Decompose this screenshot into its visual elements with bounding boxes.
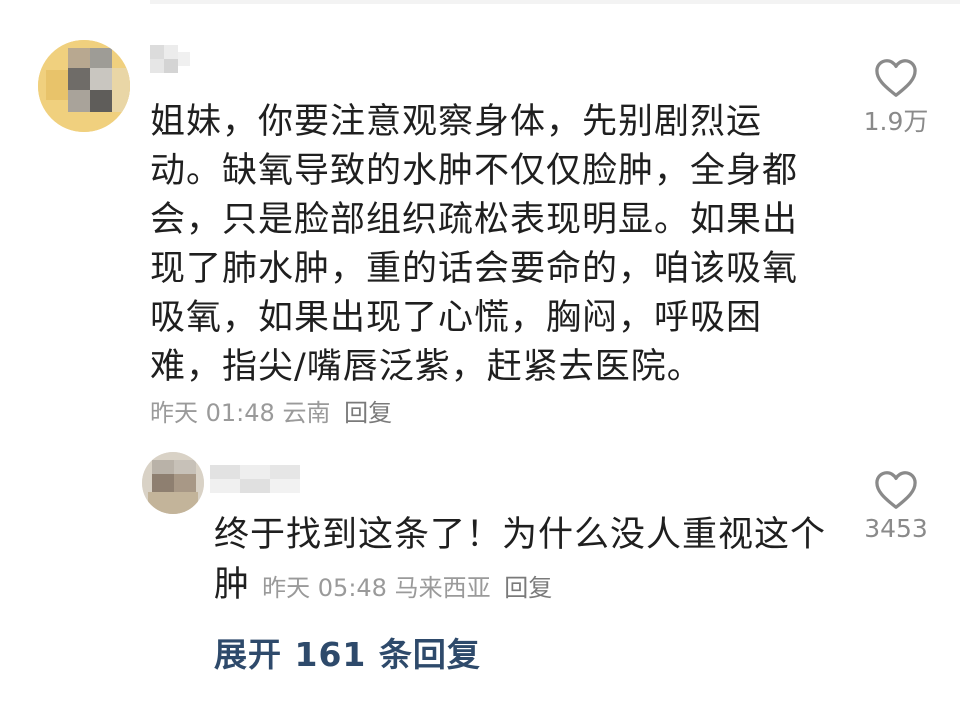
comment-location: 云南 bbox=[282, 399, 331, 427]
reply-like-button[interactable]: 3453 bbox=[860, 470, 932, 543]
avatar[interactable] bbox=[38, 40, 130, 132]
reply-meta: 昨天 05:48 马来西亚 回复 bbox=[262, 574, 552, 602]
heart-icon bbox=[875, 59, 917, 97]
comment-text: 姐妹，你要注意观察身体，先别剧烈运动。缺氧导致的水肿不仅仅脸肿，全身都会，只是脸… bbox=[150, 102, 799, 387]
reply-reply-button[interactable]: 回复 bbox=[504, 574, 552, 602]
like-count: 1.9万 bbox=[863, 107, 929, 136]
reply-like-count: 3453 bbox=[864, 514, 928, 543]
expand-replies-link[interactable]: 展开 161 条回复 bbox=[214, 628, 481, 676]
reply-text-block: 终于找到这条了！为什么没人重视这个肿 昨天 05:48 马来西亚 回复 bbox=[214, 510, 834, 613]
heart-icon bbox=[875, 471, 917, 509]
top-divider bbox=[150, 0, 960, 4]
reply-time: 昨天 05:48 bbox=[262, 574, 387, 602]
comment-time: 昨天 01:48 bbox=[150, 399, 275, 427]
like-button[interactable]: 1.9万 bbox=[860, 58, 932, 138]
username[interactable] bbox=[150, 45, 190, 73]
reply-location: 马来西亚 bbox=[394, 574, 491, 602]
reply-avatar[interactable] bbox=[142, 452, 204, 514]
comment-meta: 昨天 01:48 云南 回复 bbox=[150, 393, 392, 428]
reply-button[interactable]: 回复 bbox=[344, 399, 392, 427]
reply-username[interactable] bbox=[210, 465, 300, 493]
